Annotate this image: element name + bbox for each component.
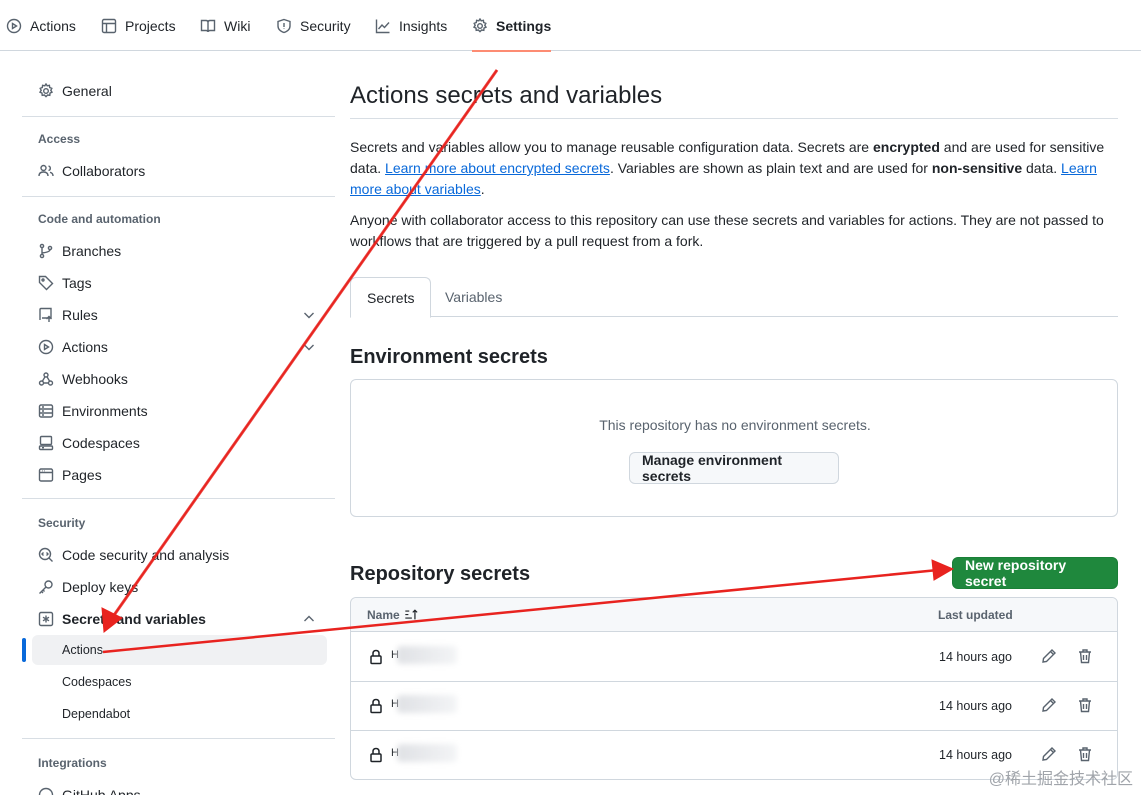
watermark: @稀土掘金技术社区 [988, 771, 1133, 788]
chevron-down-icon[interactable] [301, 307, 317, 323]
lock-icon [370, 649, 382, 665]
sidebar-item-deploy-keys[interactable]: Deploy keys [22, 571, 327, 603]
tab-actions[interactable]: Actions [6, 0, 76, 51]
new-repository-secret-button[interactable]: New repository secret [952, 557, 1118, 589]
sidebar-subitem-actions[interactable]: Actions [32, 635, 327, 665]
sidebar-item-environments[interactable]: Environments [22, 395, 327, 427]
empty-message: This repository has no environment secre… [599, 417, 871, 433]
sidebar-item-general[interactable]: General [22, 75, 327, 107]
redacted-text [397, 695, 457, 713]
sidebar-item-secrets-variables[interactable]: Secrets and variables [22, 603, 327, 635]
sidebar-item-tags[interactable]: Tags [22, 267, 327, 299]
sidebar-item-code-security[interactable]: Code security and analysis [22, 539, 327, 571]
key-icon [39, 580, 53, 594]
title-divider [350, 118, 1118, 119]
last-updated: 14 hours ago [939, 650, 1012, 664]
tab-settings[interactable]: Settings [472, 0, 552, 52]
sidebar-item-collaborators[interactable]: Collaborators [22, 155, 327, 187]
tab-projects[interactable]: Projects [101, 0, 176, 51]
sidebar-divider [22, 738, 335, 739]
repo-push-icon [39, 307, 52, 322]
gear-icon [38, 83, 54, 98]
play-icon [6, 18, 22, 33]
secrets-variables-tabs: Secrets Variables [350, 277, 1118, 318]
people-icon [38, 164, 54, 177]
column-last-updated: Last updated [938, 608, 1013, 622]
sidebar-item-branches[interactable]: Branches [22, 235, 327, 267]
sidebar-item-codespaces[interactable]: Codespaces [22, 427, 327, 459]
repository-secrets-table: Name Last updated H 14 hours ago H 14 ho… [350, 597, 1118, 780]
sidebar-heading-security: Security [38, 516, 86, 530]
sidebar-heading-code: Code and automation [38, 212, 161, 226]
lock-icon [370, 698, 382, 714]
selected-indicator [22, 638, 26, 662]
trash-icon[interactable] [1077, 697, 1093, 713]
table-row: H 14 hours ago [351, 633, 1117, 682]
repo-nav: Actions Projects Wiki Security Insights … [0, 0, 1141, 52]
environment-secrets-title: Environment secrets [350, 346, 548, 368]
tag-icon [38, 275, 54, 291]
last-updated: 14 hours ago [939, 699, 1012, 713]
webhook-icon [38, 372, 54, 386]
codescan-icon [38, 547, 53, 562]
sidebar-item-pages[interactable]: Pages [22, 459, 327, 491]
redacted-text [397, 646, 457, 664]
sidebar-item-actions[interactable]: Actions [22, 331, 327, 363]
sidebar-divider [22, 116, 335, 117]
access-paragraph: Anyone with collaborator access to this … [350, 212, 1104, 249]
sidebar-subitem-dependabot[interactable]: Dependabot [32, 699, 327, 729]
play-icon [38, 339, 54, 355]
graph-icon [375, 19, 390, 33]
gear-icon [472, 17, 488, 33]
column-name[interactable]: Name [367, 608, 419, 622]
sidebar-heading-integrations: Integrations [38, 756, 107, 770]
book-icon [200, 19, 216, 32]
sidebar-item-rules[interactable]: Rules [22, 299, 327, 331]
pencil-icon[interactable] [1041, 697, 1057, 713]
trash-icon[interactable] [1077, 648, 1093, 664]
manage-environment-secrets-button[interactable]: Manage environment secrets [629, 452, 839, 484]
repository-secrets-title: Repository secrets [350, 563, 531, 585]
sidebar-item-webhooks[interactable]: Webhooks [22, 363, 327, 395]
lock-icon [370, 747, 382, 763]
table-header: Name Last updated [351, 598, 1117, 632]
page-title: Actions secrets and variables [350, 82, 663, 109]
tab-insights[interactable]: Insights [375, 0, 447, 51]
browser-icon [38, 468, 54, 482]
table-icon [101, 18, 117, 33]
tab-variables[interactable]: Variables [429, 277, 518, 317]
tab-secrets[interactable]: Secrets [350, 277, 432, 318]
sidebar-subitem-codespaces[interactable]: Codespaces [32, 667, 327, 697]
chevron-up-icon[interactable] [301, 611, 317, 627]
sidebar-divider [22, 196, 335, 197]
chevron-down-icon[interactable] [301, 339, 317, 355]
sidebar-heading-access: Access [38, 132, 81, 146]
sidebar-item-github-apps[interactable]: GitHub Apps [22, 779, 327, 795]
tab-wiki[interactable]: Wiki [200, 0, 250, 51]
learn-more-secrets-link[interactable]: Learn more about encrypted secrets [385, 160, 610, 176]
pencil-icon[interactable] [1041, 746, 1057, 762]
annotation-arrowhead [931, 559, 955, 581]
tab-security[interactable]: Security [276, 0, 351, 51]
branch-icon [39, 243, 53, 259]
sort-ascending-icon [405, 609, 418, 620]
sidebar-divider [22, 498, 335, 499]
asterisk-icon [38, 611, 54, 627]
apps-icon [38, 787, 54, 795]
redacted-text [397, 744, 457, 762]
intro-paragraph: Secrets and variables allow you to manag… [350, 139, 1105, 197]
trash-icon[interactable] [1077, 746, 1093, 762]
environment-secrets-box: This repository has no environment secre… [350, 379, 1118, 517]
shield-icon [277, 18, 291, 33]
last-updated: 14 hours ago [939, 748, 1012, 762]
pencil-icon[interactable] [1041, 648, 1057, 664]
codespaces-icon [38, 435, 54, 451]
table-row: H 14 hours ago [351, 682, 1117, 731]
server-icon [38, 404, 54, 418]
